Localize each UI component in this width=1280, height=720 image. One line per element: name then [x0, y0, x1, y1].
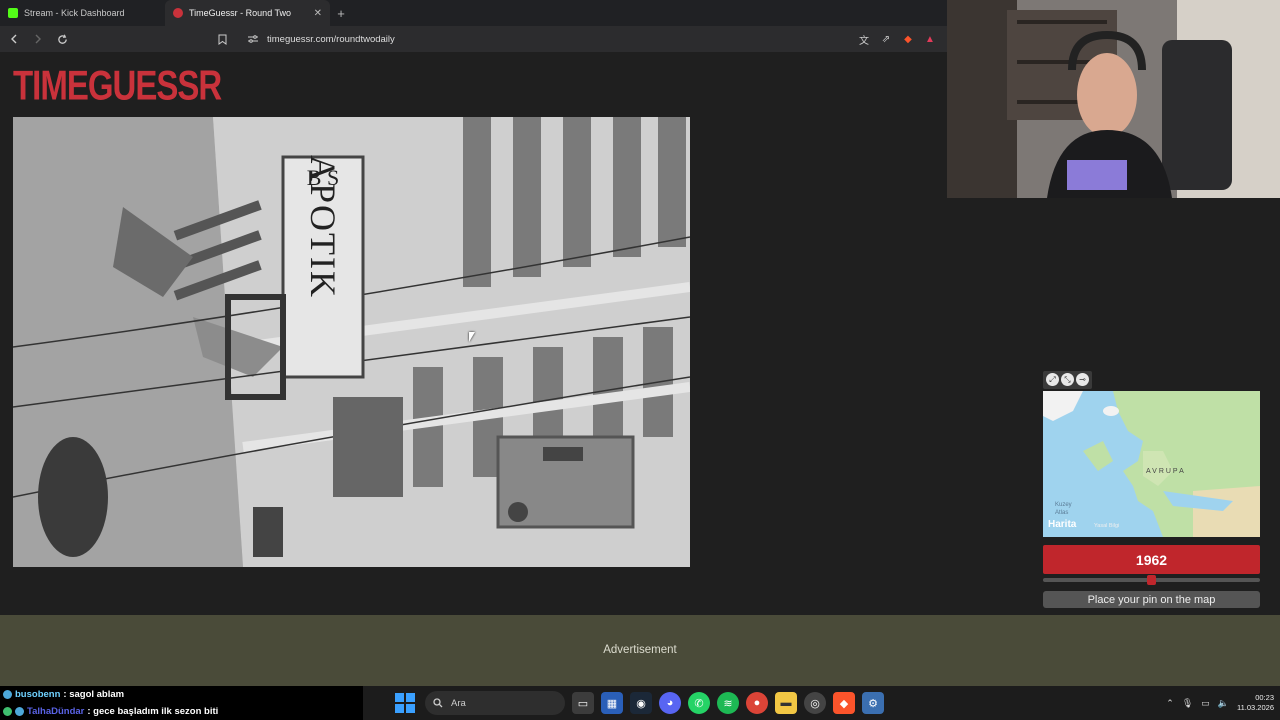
windows-logo-pane — [406, 693, 415, 702]
discord-icon[interactable]: ◕ — [659, 692, 681, 714]
chat-badge-icon — [15, 707, 24, 716]
tab-bar: Stream - Kick Dashboard TimeGuessr - Rou… — [0, 0, 947, 26]
streamer-webcam-image — [947, 0, 1280, 198]
clock-date: 11.03.2026 — [1237, 703, 1274, 712]
chat-message: TalhaDündar : gece başladım ilk sezon bi… — [0, 703, 363, 720]
map-brand: Harita — [1048, 519, 1076, 530]
map-europe — [1043, 391, 1260, 537]
windows-logo-icon — [395, 693, 404, 702]
chat-badge-icon — [3, 690, 12, 699]
advertisement-label: Advertisement — [603, 643, 677, 656]
map-shrink-icon[interactable]: ⤡ — [1061, 373, 1074, 386]
tab-kick-dashboard[interactable]: Stream - Kick Dashboard — [0, 0, 165, 26]
chat-message: busobenn : sagol ablam — [0, 686, 363, 703]
task-view-icon[interactable]: ▭ — [572, 692, 594, 714]
forward-button[interactable] — [30, 31, 46, 47]
timeguessr-favicon-icon — [173, 8, 183, 18]
chat-text: : sagol ablam — [63, 689, 125, 700]
tab-title: Stream - Kick Dashboard — [24, 8, 125, 18]
map-controls: ⤢ ⤡ ⊸ — [1043, 371, 1092, 389]
map-ocean-label: Kuzey Atlas — [1055, 501, 1072, 517]
map-pin-icon[interactable]: ⊸ — [1076, 373, 1089, 386]
settings-icon[interactable]: ⚙ — [862, 692, 884, 714]
tab-timeguessr[interactable]: TimeGuessr - Round Two ✕ — [165, 0, 330, 26]
spotify-icon[interactable]: ≋ — [717, 692, 739, 714]
chat-text: : gece başladım ilk sezon biti — [87, 706, 219, 717]
map-region-label: AVRUPA — [1146, 468, 1186, 475]
browser-toolbar: timeguessr.com/roundtwodaily 文 ⇗ ◆ ▲ — [0, 26, 947, 52]
system-clock[interactable]: 00:23 11.03.2026 — [1237, 693, 1274, 713]
mouse-cursor — [469, 332, 475, 342]
sign-apotik: APOTIK — [303, 155, 343, 299]
url-text: timeguessr.com/roundtwodaily — [267, 33, 395, 45]
close-tab-icon[interactable]: ✕ — [314, 8, 322, 19]
year-slider[interactable] — [1043, 575, 1260, 585]
clock-time: 00:23 — [1255, 693, 1274, 702]
round-photo: B S APOTIK — [13, 117, 690, 567]
reload-button[interactable] — [54, 31, 70, 47]
store-icon[interactable]: ▦ — [601, 692, 623, 714]
brave-rewards-icon[interactable]: ▲ — [923, 32, 937, 46]
file-explorer-icon[interactable]: ▬ — [775, 692, 797, 714]
system-tray: ⌃ 🎙 ▭ 🔈 00:23 11.03.2026 — [1166, 686, 1274, 720]
ocean-label-line1: Kuzey — [1055, 502, 1072, 508]
timeguessr-logo[interactable]: TIMEGUESSR — [13, 62, 222, 110]
site-settings-icon[interactable] — [247, 34, 259, 44]
stream-chat-overlay: busobenn : sagol ablam TalhaDündar : gec… — [0, 686, 363, 720]
obs-icon[interactable]: ◎ — [804, 692, 826, 714]
bookmark-icon[interactable] — [218, 34, 227, 45]
chat-badge-icon — [3, 707, 12, 716]
reload-icon — [57, 34, 67, 44]
search-icon — [433, 698, 443, 708]
new-tab-button[interactable]: + — [330, 0, 352, 26]
taskbar-search[interactable]: Ara — [425, 691, 565, 715]
windows-taskbar: Ara ▭ ▦ ◉ ◕ ✆ ≋ ● ▬ ◎ ◆ ⚙ ⌃ 🎙 ▭ 🔈 00:23 … — [363, 686, 1280, 720]
guess-map[interactable] — [1043, 391, 1260, 537]
historic-street-photo: B S APOTIK — [13, 117, 690, 567]
map-brand-label: Harita — [1048, 519, 1077, 530]
webcam-overlay — [947, 0, 1280, 198]
advertisement-bar: Advertisement — [0, 615, 1280, 686]
place-pin-button[interactable]: Place your pin on the map — [1043, 591, 1260, 608]
back-button[interactable] — [6, 31, 22, 47]
back-arrow-icon — [11, 34, 17, 44]
brave-icon[interactable]: ◆ — [833, 692, 855, 714]
windows-logo-pane — [395, 704, 404, 713]
address-bar[interactable]: timeguessr.com/roundtwodaily 文 ⇗ ◆ ▲ — [78, 29, 941, 49]
microphone-icon[interactable]: 🎙 — [1182, 698, 1193, 709]
network-icon[interactable]: ▭ — [1201, 698, 1210, 709]
ocean-label-line2: Atlas — [1055, 510, 1069, 516]
map-expand-icon[interactable]: ⤢ — [1046, 373, 1059, 386]
tab-title: TimeGuessr - Round Two — [189, 8, 292, 18]
kick-favicon-icon — [8, 8, 18, 18]
translate-icon[interactable]: 文 — [857, 32, 871, 47]
year-slider-thumb[interactable] — [1147, 575, 1156, 585]
windows-logo-pane — [406, 704, 415, 713]
map-legal-link[interactable]: Yasal Bilgi — [1094, 523, 1119, 529]
chat-username: TalhaDündar — [27, 706, 85, 717]
brave-shields-icon[interactable]: ◆ — [901, 32, 915, 46]
share-icon[interactable]: ⇗ — [879, 32, 893, 46]
steam-icon[interactable]: ◉ — [630, 692, 652, 714]
chat-username: busobenn — [15, 689, 61, 700]
forward-arrow-icon — [35, 34, 41, 44]
year-display: 1962 — [1043, 545, 1260, 574]
whatsapp-icon[interactable]: ✆ — [688, 692, 710, 714]
start-button[interactable] — [395, 693, 415, 713]
chrome-icon[interactable]: ● — [746, 692, 768, 714]
volume-icon[interactable]: 🔈 — [1218, 698, 1229, 709]
tray-chevron-icon[interactable]: ⌃ — [1166, 698, 1174, 709]
screen: { "browser": { "tabs": [ {"title": "Stre… — [0, 0, 1280, 720]
search-placeholder: Ara — [451, 697, 466, 709]
